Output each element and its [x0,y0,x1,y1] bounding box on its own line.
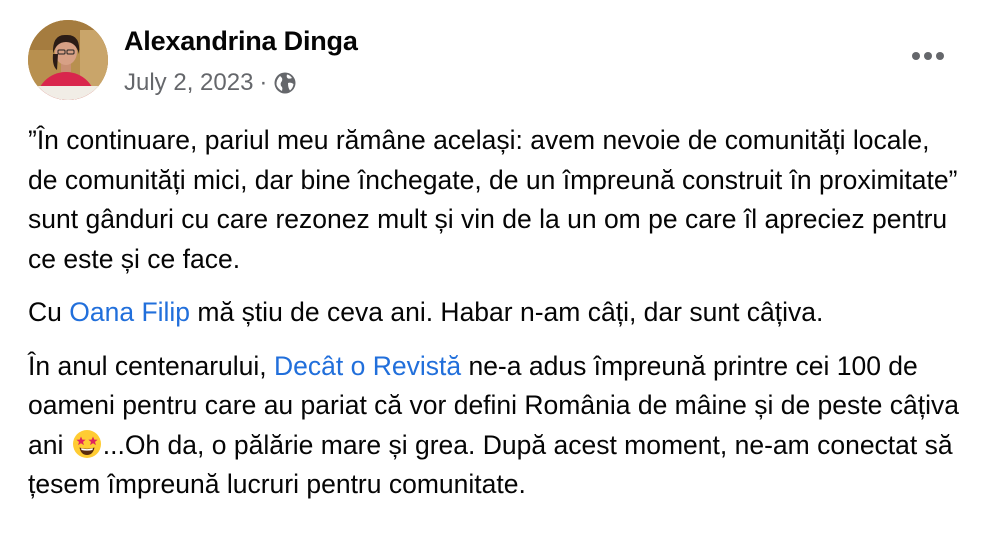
avatar-photo [28,20,108,100]
text-segment: ...Oh da, o pălărie mare și grea. După a… [28,429,953,500]
text-segment: mă știu de ceva ani. Habar n-am câți, da… [190,297,824,327]
post-content: ”În continuare, pariul meu rămâne acelaș… [28,121,963,519]
more-options-icon [912,52,944,60]
paragraph-quote: ”În continuare, pariul meu rămâne acelaș… [28,125,958,274]
facebook-post: Alexandrina Dinga July 2, 2023 · ”În con… [0,0,988,554]
paragraph-centenary: În anul centenarului, Decât o Revistă ne… [28,347,963,505]
post-date[interactable]: July 2, 2023 [124,69,253,97]
globe-icon[interactable] [273,71,297,95]
meta-separator: · [259,69,268,96]
text-segment: Cu [28,297,70,327]
mention-decat-o-revista[interactable]: Decât o Revistă [274,351,461,381]
paragraph-oana: Cu Oana Filip mă știu de ceva ani. Habar… [28,293,963,333]
text-segment: În anul centenarului, [28,350,275,381]
author-avatar[interactable] [28,20,108,100]
post-meta: July 2, 2023 · [124,69,297,97]
more-options-button[interactable] [906,40,950,72]
mention-oana-filip[interactable]: Oana Filip [69,297,190,327]
star-struck-emoji-icon [72,429,102,459]
author-name[interactable]: Alexandrina Dinga [124,26,358,57]
